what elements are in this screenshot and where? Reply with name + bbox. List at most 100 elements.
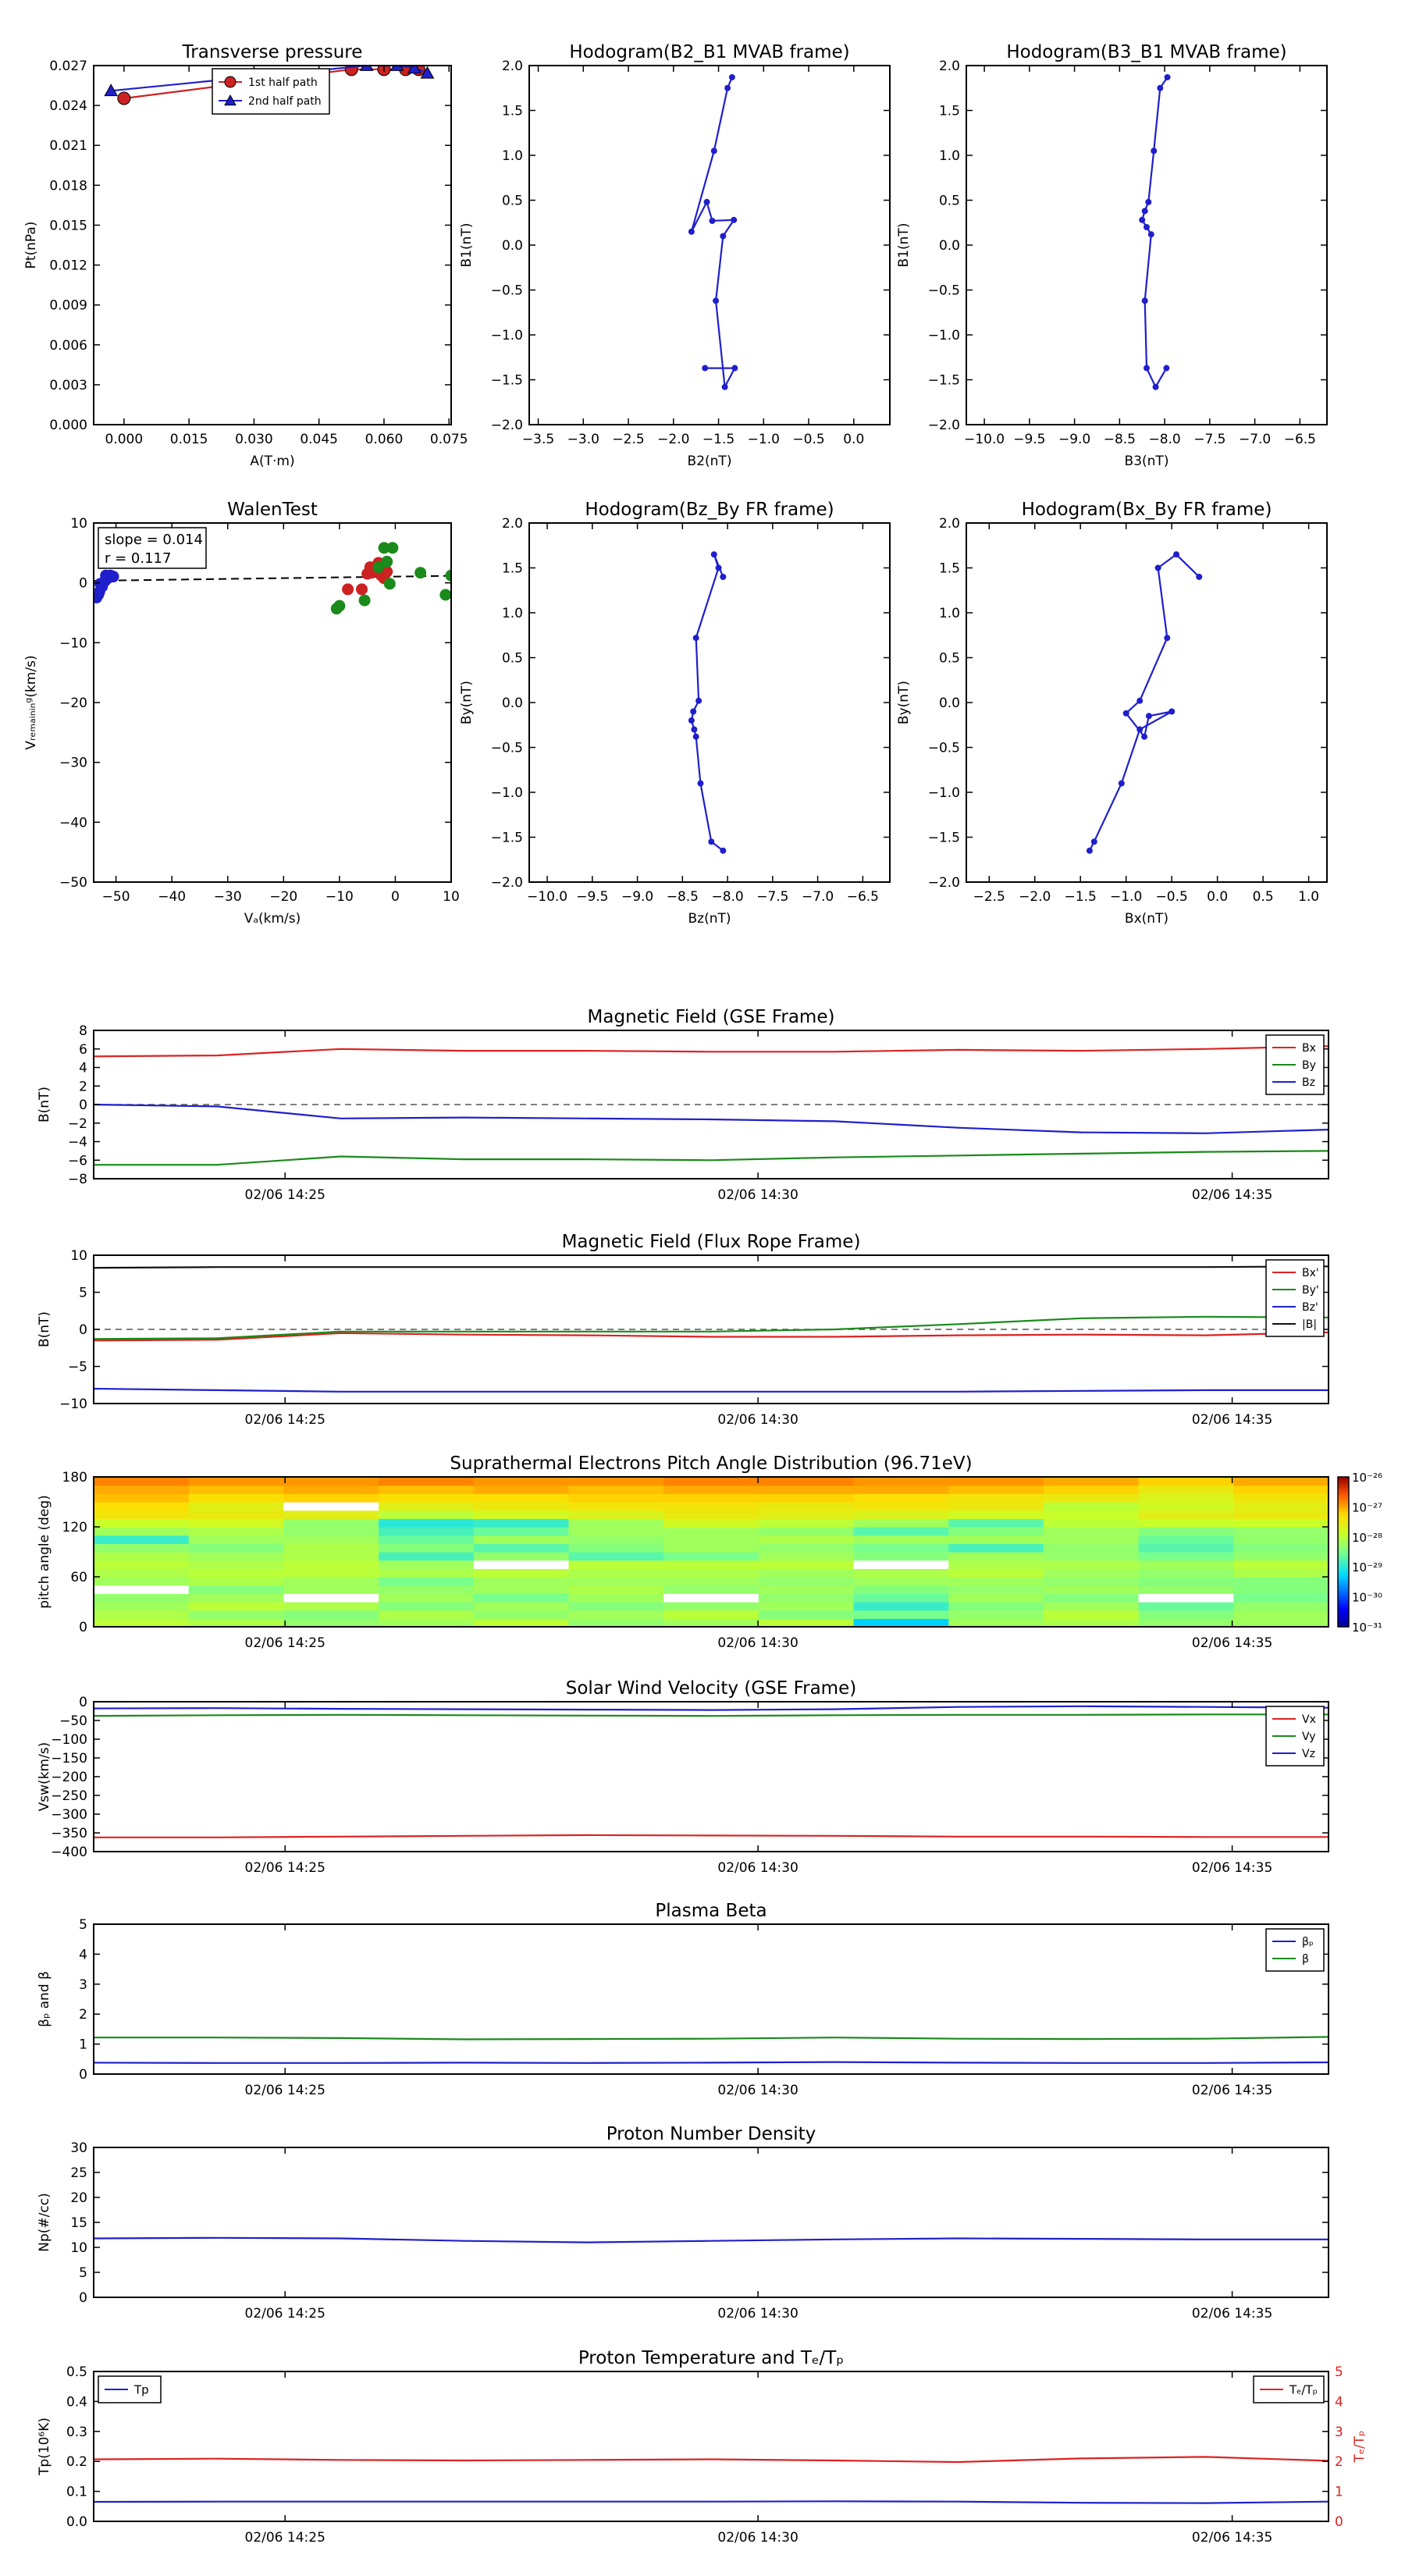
heat-cell xyxy=(1043,1493,1140,1503)
time-tick-label: 02/06 14:25 xyxy=(245,1412,325,1428)
heat-cell xyxy=(1138,1618,1234,1628)
y-tick-label: 0 xyxy=(79,1620,87,1635)
y2-tick-label: 2 xyxy=(1335,2454,1343,2470)
chart-tp: 0.0 0.1 0.2 0.3 0.4 0.5 Tp(10⁶K) 02/06 14:25 02/… xyxy=(37,2348,1368,2546)
heat-cell xyxy=(473,1485,570,1494)
heat-cell xyxy=(1138,1527,1234,1536)
heat-cell xyxy=(568,1477,664,1486)
heat-cell xyxy=(379,1593,475,1603)
heat-cell xyxy=(853,1535,949,1544)
chart-title: Proton Temperature and Tₑ/Tₚ xyxy=(578,2348,844,2368)
plot-area xyxy=(688,73,738,390)
heat-cell xyxy=(663,1560,759,1569)
heat-cell xyxy=(473,1510,570,1519)
y-tick-label: 0.0 xyxy=(502,696,523,711)
heat-cell xyxy=(568,1560,664,1569)
legend-label: |B| xyxy=(1302,1318,1317,1331)
data-point xyxy=(720,233,727,240)
y2-tick-label: 3 xyxy=(1335,2425,1343,2440)
heat-cell xyxy=(1043,1477,1140,1486)
y-tick-label: 0.000 xyxy=(49,418,87,433)
data-point xyxy=(1196,574,1203,580)
heat-cell xyxy=(948,1577,1044,1586)
heat-cell xyxy=(283,1477,379,1486)
heat-cell xyxy=(853,1610,949,1619)
heat-cell xyxy=(283,1560,379,1569)
y-tick-label: −8 xyxy=(68,1172,87,1187)
data-point xyxy=(724,84,731,91)
annotation-text: slope = 0.014 xyxy=(105,532,203,548)
heat-cell xyxy=(1138,1585,1234,1594)
x-tick-label: −9.0 xyxy=(621,889,653,905)
heat-cell xyxy=(473,1527,570,1536)
y-tick-label: 2.0 xyxy=(939,516,960,532)
y-tick-label: −0.5 xyxy=(928,741,960,756)
data-point xyxy=(1154,564,1161,571)
y-tick-label: 20 xyxy=(70,2190,87,2206)
data-point xyxy=(358,594,371,607)
heat-cell xyxy=(948,1543,1044,1553)
heat-cell xyxy=(1138,1602,1234,1611)
legend-label: Tp xyxy=(133,2382,149,2396)
heat-cell xyxy=(94,1585,190,1594)
y-tick-label: −50 xyxy=(59,1713,87,1729)
y-tick-label: −1.5 xyxy=(928,373,960,389)
data-point xyxy=(703,198,710,205)
heat-cell xyxy=(948,1552,1044,1561)
heat-cell xyxy=(663,1610,759,1619)
data-point xyxy=(1086,847,1093,854)
colorbar-tick-label: 10⁻³¹ xyxy=(1352,1621,1382,1635)
heat-cell xyxy=(663,1535,759,1544)
y-tick-label: 25 xyxy=(70,2165,87,2181)
data-point xyxy=(692,635,699,642)
heat-cell xyxy=(758,1518,855,1528)
y-tick-label: 8 xyxy=(79,1023,87,1039)
heat-cell xyxy=(1233,1477,1329,1486)
data-point xyxy=(1141,208,1148,215)
y-tick-label: 2.0 xyxy=(502,59,523,74)
legend-label: Tₑ/Tₚ xyxy=(1289,2382,1318,2396)
heat-cell xyxy=(1138,1493,1234,1503)
chart-title: Hodogram(Bx_By FR frame) xyxy=(1022,500,1272,520)
x-tick-label: −7.5 xyxy=(756,889,788,905)
y-tick-label: −0.5 xyxy=(491,283,523,299)
chart-title: Transverse pressure xyxy=(182,42,363,62)
heat-cell xyxy=(948,1602,1044,1611)
heat-cell xyxy=(758,1577,855,1586)
x-tick-label: −2.0 xyxy=(657,432,689,447)
data-point xyxy=(702,365,709,372)
y-tick-label: 0.024 xyxy=(49,98,87,114)
heat-cell xyxy=(948,1560,1044,1569)
heat-cell xyxy=(379,1552,475,1561)
heat-cell xyxy=(1233,1577,1329,1586)
series-line xyxy=(93,2500,1329,2504)
heat-cell xyxy=(853,1602,949,1611)
y2-tick-label: 5 xyxy=(1335,2364,1343,2380)
chart-hodo4: −2.0 −1.5 −1.0 −0.5 0.0 0.5 1.0 1.5 2.0 By(nT) −2.… xyxy=(896,500,1328,927)
heat-cell xyxy=(663,1518,759,1528)
y-tick-label: −10 xyxy=(59,635,87,651)
time-tick-label: 02/06 14:25 xyxy=(245,1187,325,1203)
y-tick-label: 0.006 xyxy=(49,338,87,354)
y-axis-label: βₚ and β xyxy=(37,1971,52,2027)
heat-cell xyxy=(94,1543,190,1553)
y-tick-label: 1 xyxy=(79,2037,87,2053)
heat-cell xyxy=(1233,1568,1329,1578)
data-point xyxy=(692,733,699,740)
y2-tick-label: 4 xyxy=(1335,2394,1343,2410)
chart-title: WalenTest xyxy=(227,500,318,520)
plot-frame xyxy=(93,2147,1329,2298)
data-point xyxy=(1168,708,1176,715)
x-tick-label: −7.0 xyxy=(802,889,834,905)
series-line xyxy=(94,2036,1329,2041)
heat-cell xyxy=(1233,1618,1329,1628)
heat-cell xyxy=(188,1527,284,1536)
series-line xyxy=(1088,553,1200,852)
y-tick-label: −2 xyxy=(68,1116,87,1132)
y-tick-label: 6 xyxy=(79,1042,87,1058)
heat-cell xyxy=(663,1543,759,1553)
heat-cell xyxy=(568,1510,664,1519)
series-line xyxy=(690,76,737,390)
heat-cell xyxy=(568,1485,664,1494)
heat-cell xyxy=(1138,1560,1234,1569)
